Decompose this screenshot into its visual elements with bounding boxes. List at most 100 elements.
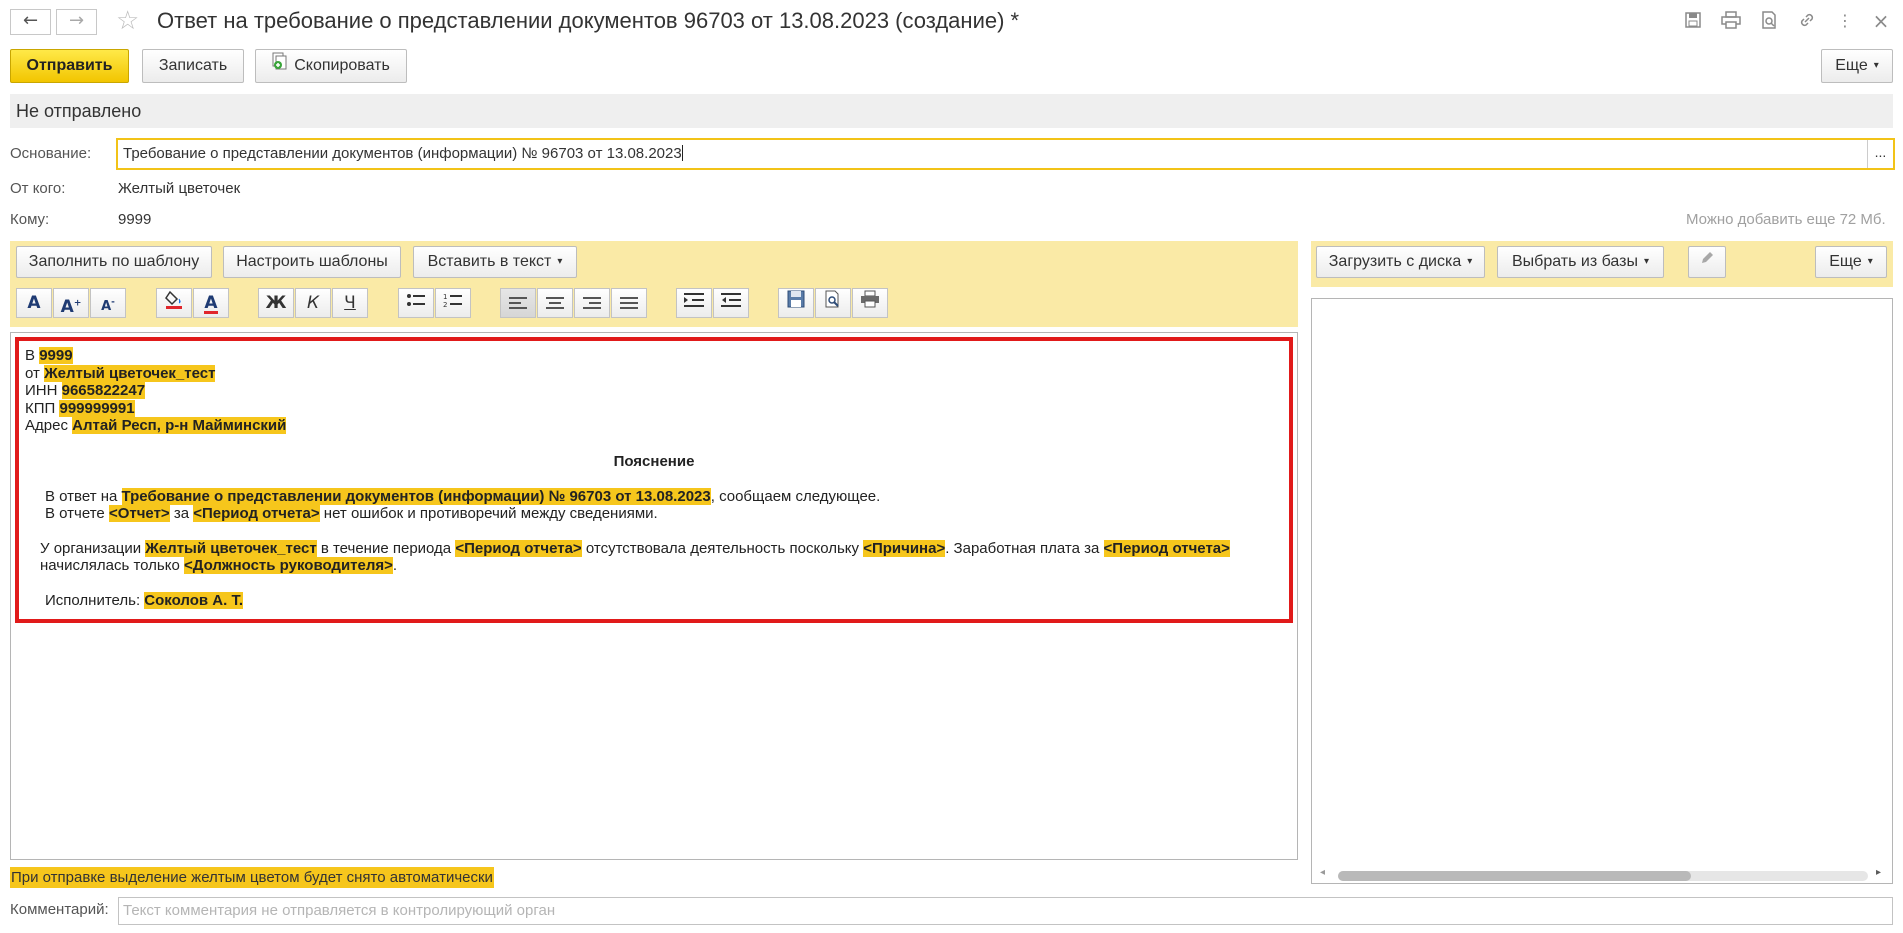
favorite-star-icon[interactable]: ☆ [116, 6, 139, 36]
save-button[interactable]: Записать [142, 49, 244, 83]
close-icon[interactable]: × [1871, 11, 1891, 31]
numbered-list-icon: 12 [443, 289, 463, 317]
letter-to-line: В 9999 [25, 347, 1283, 365]
letter-paragraph-2: В отчете <Отчет> за <Период отчета> нет … [25, 505, 1283, 523]
arrow-left-icon: ← [22, 10, 39, 31]
save-document-button[interactable] [778, 288, 814, 318]
p3-salary: . Заработная плата за [945, 539, 1100, 557]
forward-button[interactable]: → [56, 9, 97, 35]
justify-button[interactable] [611, 288, 647, 318]
p2-text: В отчете [45, 505, 105, 523]
letter-kpp-value: 999999991 [59, 399, 135, 417]
align-left-button[interactable] [500, 288, 536, 318]
edit-attachment-button[interactable] [1688, 246, 1726, 278]
numbered-list-button[interactable]: 12 [435, 288, 471, 318]
letter-content[interactable]: В 9999 от Желтый цветочек_тест ИНН 96658… [15, 337, 1293, 623]
letter-from-value: Желтый цветочек_тест [44, 364, 216, 382]
text-color-button[interactable]: A [193, 288, 229, 318]
letter-to-prefix: В [25, 347, 36, 364]
bullet-list-icon [406, 289, 426, 317]
attachments-more-button[interactable]: Еще ▾ [1815, 246, 1887, 278]
basis-select-button[interactable]: ... [1867, 140, 1893, 168]
comment-label: Комментарий: [10, 901, 109, 918]
scroll-left-icon[interactable]: ◂ [1320, 867, 1325, 878]
indent-decrease-button[interactable] [713, 288, 749, 318]
letter-inn-line: ИНН 9665822247 [25, 382, 1283, 400]
letter-executor-line: Исполнитель: Соколов А. Т. [25, 591, 1283, 610]
save-icon[interactable] [1683, 11, 1703, 31]
bullet-list-button[interactable] [398, 288, 434, 318]
p2-period: <Период отчета> [193, 505, 320, 523]
basis-value: Требование о представлении документов (и… [123, 145, 682, 162]
preview-icon[interactable] [1759, 11, 1779, 31]
print-icon[interactable] [1721, 11, 1741, 31]
p1-text: В ответ на [45, 487, 118, 505]
pencil-icon [1699, 247, 1715, 277]
link-icon[interactable] [1797, 11, 1817, 31]
increase-font-button[interactable]: A+ [53, 288, 89, 318]
bold-button[interactable]: Ж [258, 288, 294, 318]
scrollbar-thumb[interactable] [1338, 871, 1691, 881]
p1-basis: Требование о представлении документов (и… [121, 487, 711, 505]
print-preview-icon [824, 289, 842, 317]
send-button[interactable]: Отправить [10, 49, 129, 83]
decrease-font-button[interactable]: A- [90, 288, 126, 318]
status-bar: Не отправлено [10, 94, 1893, 128]
caret-down-icon: ▾ [1643, 256, 1649, 267]
p3-position: <Должность руководителя> [183, 557, 393, 575]
background-color-button[interactable] [156, 288, 192, 318]
print-preview-button[interactable] [815, 288, 851, 318]
p3-org: Желтый цветочек_тест [145, 539, 317, 557]
p2-text-end: нет ошибок и противоречий между сведения… [323, 505, 658, 523]
basis-input[interactable]: Требование о представлении документов (и… [116, 138, 1895, 170]
copy-icon [272, 50, 288, 82]
letter-inn-label: ИНН [25, 382, 58, 400]
choose-from-base-button[interactable]: Выбрать из базы ▾ [1497, 246, 1664, 278]
scroll-right-icon[interactable]: ▸ [1876, 867, 1881, 878]
choose-label: Выбрать из базы [1512, 253, 1638, 270]
indent-increase-button[interactable] [676, 288, 712, 318]
align-center-button[interactable] [537, 288, 573, 318]
attachments-list[interactable] [1311, 298, 1893, 884]
upload-from-disk-button[interactable]: Загрузить с диска ▾ [1316, 246, 1485, 278]
p2-for: за [173, 505, 190, 523]
caret-down-icon: ▾ [1873, 60, 1879, 71]
from-label: От кого: [10, 180, 66, 197]
back-button[interactable]: ← [10, 9, 51, 35]
print-button[interactable] [852, 288, 888, 318]
letter-from-prefix: от [25, 364, 40, 382]
fill-template-button[interactable]: Заполнить по шаблону [16, 246, 212, 278]
horizontal-scrollbar[interactable] [1338, 871, 1868, 881]
executor-value: Соколов А. Т. [144, 591, 244, 609]
to-label: Кому: [10, 211, 50, 228]
caret-down-icon: ▾ [1867, 256, 1873, 267]
comment-input[interactable]: Текст комментария не отправляется в конт… [118, 897, 1893, 925]
letter-kpp-line: КПП 999999991 [25, 399, 1283, 418]
indent-decrease-icon [721, 289, 741, 317]
text-color-icon: A [204, 293, 218, 314]
decrease-font-icon: A- [101, 298, 115, 315]
copy-button-label: Скопировать [294, 57, 390, 75]
font-button[interactable]: A [16, 288, 52, 318]
copy-button[interactable]: Скопировать [255, 49, 407, 83]
more-button[interactable]: Еще ▾ [1821, 49, 1893, 83]
underline-button[interactable]: Ч [332, 288, 368, 318]
align-right-button[interactable] [574, 288, 610, 318]
more-vertical-icon[interactable]: ⋮ [1835, 11, 1855, 31]
italic-button[interactable]: К [295, 288, 331, 318]
from-value[interactable]: Желтый цветочек [118, 180, 240, 197]
letter-to-value: 9999 [39, 347, 73, 364]
insert-text-label: Вставить в текст [427, 253, 552, 270]
letter-address-line: Адрес Алтай Респ, р-н Майминский [25, 417, 1283, 435]
printer-icon [860, 289, 880, 317]
font-icon: A [27, 293, 41, 313]
letter-paragraph-3: У организации Желтый цветочек_тест в теч… [25, 539, 1283, 575]
arrow-right-icon: → [68, 10, 85, 31]
insert-text-button[interactable]: Вставить в текст ▾ [413, 246, 577, 278]
letter-inn-value: 9665822247 [61, 382, 146, 400]
to-value[interactable]: 9999 [118, 211, 151, 228]
setup-templates-button[interactable]: Настроить шаблоны [223, 246, 401, 278]
indent-increase-icon [684, 289, 704, 317]
p2-report: <Отчет> [108, 505, 170, 523]
align-center-icon [546, 294, 564, 312]
